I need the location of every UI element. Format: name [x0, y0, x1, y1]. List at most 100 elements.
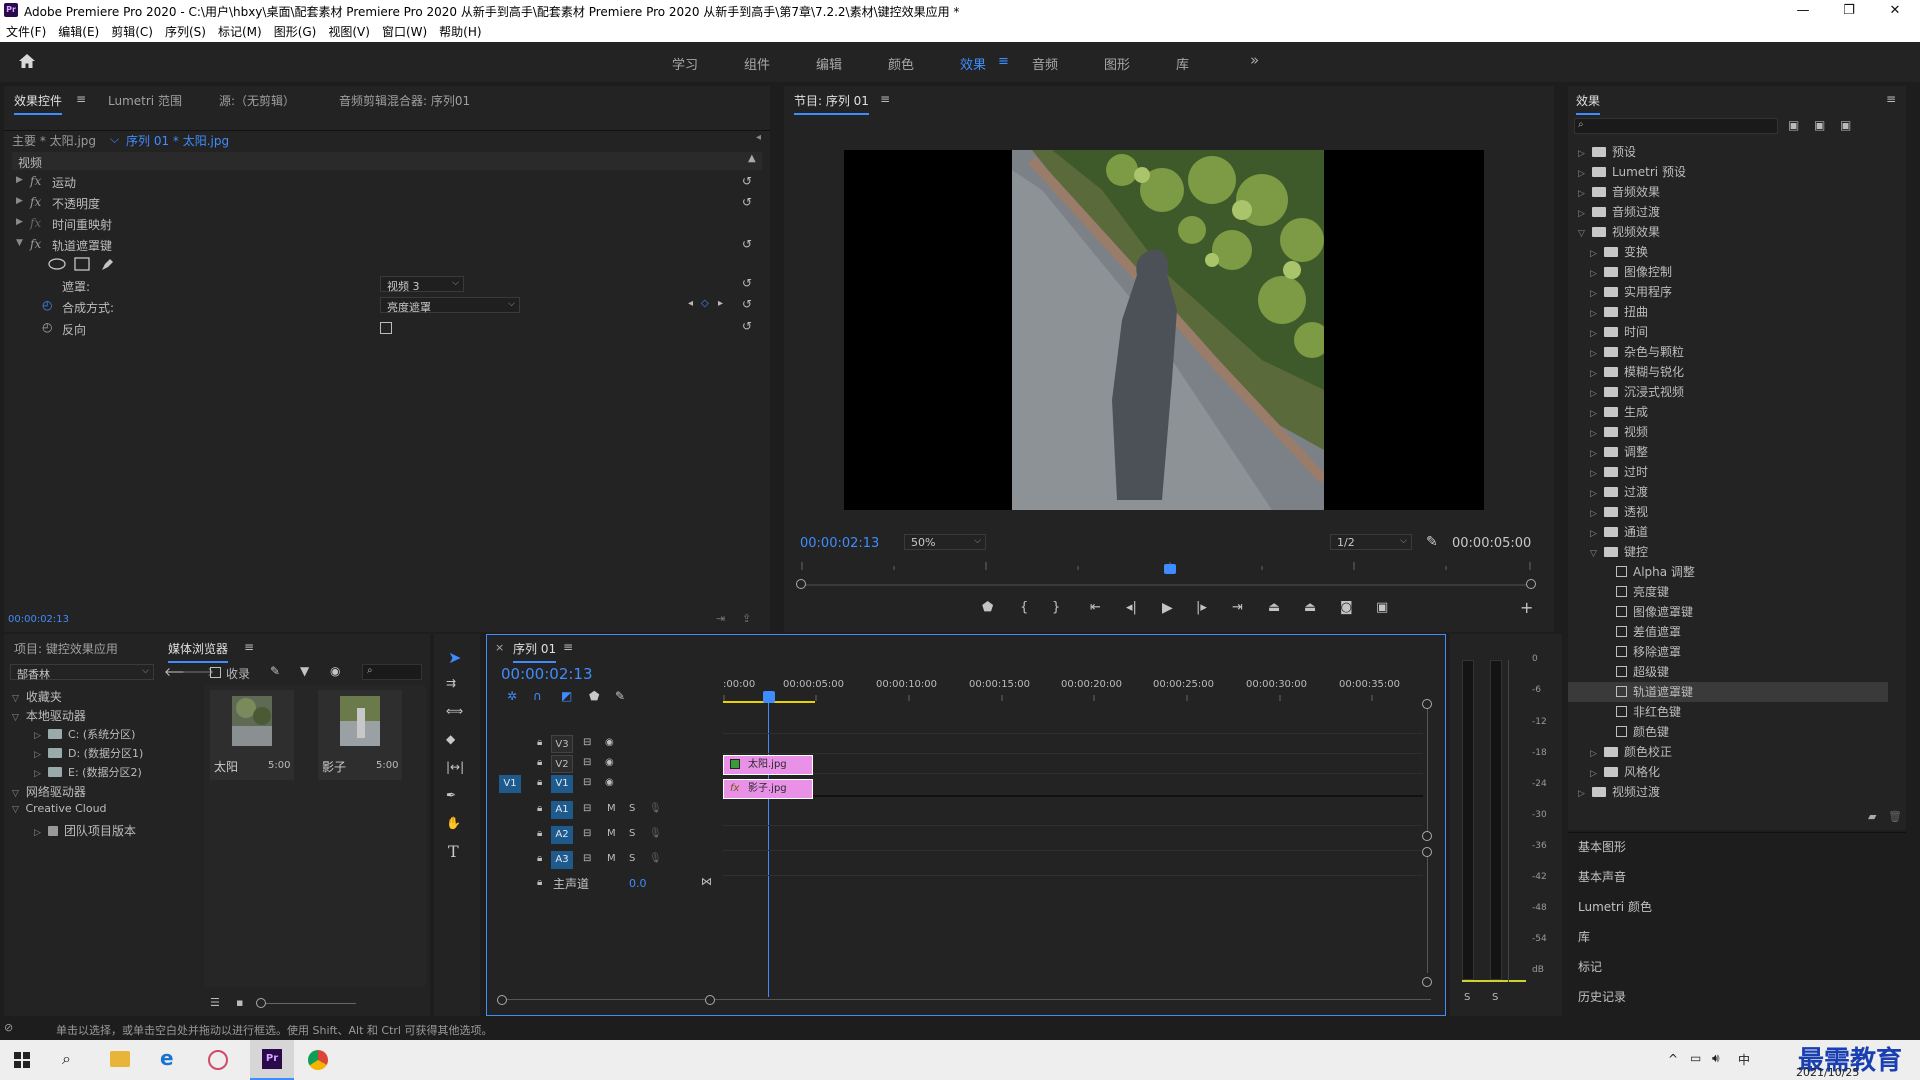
- eye-icon[interactable]: ◉: [605, 757, 614, 768]
- effects-tree-item[interactable]: 颜色键: [1568, 722, 1888, 742]
- expand-arrow-icon[interactable]: ▷: [1578, 184, 1588, 204]
- chrome-icon[interactable]: [308, 1050, 328, 1070]
- mark-in-icon[interactable]: {: [1020, 600, 1028, 615]
- track-target-a2[interactable]: A2: [551, 826, 573, 844]
- eye-icon[interactable]: ◉: [605, 737, 614, 748]
- effects-tree-item[interactable]: ▷ 扭曲: [1568, 302, 1888, 322]
- play-icon[interactable]: ▶: [1162, 600, 1173, 616]
- panel-menu-icon[interactable]: ≡: [1886, 92, 1896, 106]
- effects-tree-item[interactable]: ▷ 音频效果: [1568, 182, 1888, 202]
- effects-tree-item[interactable]: ▷ 沉浸式视频: [1568, 382, 1888, 402]
- workspace-tab-color[interactable]: 颜色: [888, 54, 914, 73]
- effects-tree-item[interactable]: ▷ 视频: [1568, 422, 1888, 442]
- track-target-a1[interactable]: A1: [551, 801, 573, 819]
- ripple-edit-tool-icon[interactable]: ⟺: [446, 704, 463, 718]
- export-frame-icon[interactable]: ⇪: [742, 612, 751, 625]
- network-icon[interactable]: ▭: [1690, 1051, 1701, 1065]
- expand-arrow-icon[interactable]: ▷: [1590, 444, 1600, 464]
- sync-lock-icon[interactable]: ⊟: [583, 737, 591, 748]
- effects-tree-item[interactable]: 超级键: [1568, 662, 1888, 682]
- button-editor-plus-icon[interactable]: +: [1520, 598, 1533, 617]
- expand-arrow-icon[interactable]: ▷: [1590, 744, 1600, 764]
- expand-arrow-icon[interactable]: ▷: [1590, 504, 1600, 524]
- effects-tree-item[interactable]: 亮度键: [1568, 582, 1888, 602]
- effects-tree-item[interactable]: ▷ 颜色校正: [1568, 742, 1888, 762]
- master-clip-label[interactable]: 主要 * 太阳.jpg: [12, 132, 96, 149]
- video-track-scrollbar[interactable]: [1427, 701, 1428, 835]
- expand-arrow-icon[interactable]: ▷: [1590, 464, 1600, 484]
- collapse-arrow-icon[interactable]: ▽: [1590, 544, 1600, 564]
- tray-chevron-icon[interactable]: ^: [1668, 1052, 1678, 1066]
- effects-tree-item[interactable]: ▷ 调整: [1568, 442, 1888, 462]
- expand-arrow-icon[interactable]: ▷: [34, 750, 44, 760]
- expand-arrow-icon[interactable]: ▷: [1590, 324, 1600, 344]
- lock-icon[interactable]: 🔒︎: [537, 757, 542, 768]
- lock-icon[interactable]: 🔒︎: [537, 853, 542, 864]
- collapse-arrow-icon[interactable]: ▽: [12, 694, 22, 704]
- effects-panel-title[interactable]: 效果: [1576, 92, 1601, 115]
- nest-icon[interactable]: ✲: [507, 689, 517, 703]
- solo-button[interactable]: S: [629, 853, 635, 864]
- tree-item-team-project-versions[interactable]: ▷ 团队项目版本: [34, 822, 136, 839]
- tree-item-local-drives[interactable]: ▽ 本地驱动器: [12, 707, 86, 724]
- effects-tree-item[interactable]: ▷ 实用程序: [1568, 282, 1888, 302]
- 32bit-effects-icon[interactable]: ▣: [1814, 118, 1825, 132]
- tab-source[interactable]: 源:（无剪辑）: [219, 92, 295, 109]
- workspace-menu-icon[interactable]: ≡: [998, 54, 1009, 69]
- side-section-libraries[interactable]: 库: [1578, 928, 1590, 945]
- scroll-up-icon[interactable]: ▲: [748, 153, 756, 164]
- wrench-icon[interactable]: ✎: [1426, 534, 1438, 550]
- menu-edit[interactable]: 编辑(E): [52, 22, 105, 42]
- side-section-essential-sound[interactable]: 基本声音: [1578, 868, 1626, 885]
- scroll-handle[interactable]: [1422, 977, 1432, 987]
- effects-tree-item[interactable]: ▷ 音频过渡: [1568, 202, 1888, 222]
- selection-tool-icon[interactable]: ➤: [448, 648, 461, 667]
- ingest-checkbox[interactable]: [210, 667, 221, 678]
- tree-item-drive-e[interactable]: ▷ E: (数据分区2): [34, 764, 142, 780]
- effects-tree-item[interactable]: 图像遮罩键: [1568, 602, 1888, 622]
- scroll-handle[interactable]: [497, 995, 507, 1005]
- track-target-v3[interactable]: V3: [551, 735, 573, 753]
- snap-icon[interactable]: ∩: [533, 689, 542, 703]
- expand-arrow-icon[interactable]: ▷: [1590, 244, 1600, 264]
- extract-icon[interactable]: ⏏: [1304, 600, 1316, 615]
- menu-sequence[interactable]: 序列(S): [159, 22, 212, 42]
- rectangle-mask-icon[interactable]: [74, 257, 90, 271]
- menu-graphics[interactable]: 图形(G): [268, 22, 323, 42]
- effects-tree-item[interactable]: 非红色键: [1568, 702, 1888, 722]
- expand-arrow-icon[interactable]: ▷: [1590, 424, 1600, 444]
- effects-search-input[interactable]: ⌕: [1574, 118, 1778, 134]
- taskbar-premiere-button[interactable]: Pr: [250, 1040, 294, 1080]
- pen-mask-icon[interactable]: [100, 256, 116, 272]
- new-bin-icon[interactable]: ▰: [1868, 810, 1876, 823]
- effect-row-motion[interactable]: ▶ fx 运动 ↺: [12, 172, 762, 193]
- ellipse-mask-icon[interactable]: [48, 258, 66, 270]
- tab-media-browser[interactable]: 媒体浏览器: [168, 640, 229, 663]
- scroll-handle-left[interactable]: [796, 579, 806, 589]
- expand-arrow-icon[interactable]: ▷: [1590, 284, 1600, 304]
- reverse-checkbox[interactable]: [380, 322, 392, 334]
- timeline-timecode[interactable]: 00:00:02:13: [501, 665, 593, 683]
- expand-arrow-icon[interactable]: ▷: [1590, 344, 1600, 364]
- scroll-handle[interactable]: [1422, 847, 1432, 857]
- expand-arrow-icon[interactable]: ▷: [1590, 264, 1600, 284]
- master-volume-value[interactable]: 0.0: [629, 877, 647, 890]
- scroll-handle[interactable]: [1422, 699, 1432, 709]
- effect-row-track-matte-key[interactable]: ▼ fx 轨道遮罩键 ↺: [12, 235, 762, 256]
- menu-file[interactable]: 文件(F): [0, 22, 52, 42]
- reset-icon[interactable]: ↺: [742, 276, 752, 290]
- stopwatch-icon[interactable]: ◴: [42, 298, 52, 312]
- collapse-arrow-icon[interactable]: ▽: [12, 805, 22, 815]
- expand-arrow-icon[interactable]: ▷: [1590, 764, 1600, 784]
- play-only-audio-icon[interactable]: ⇥: [716, 612, 725, 625]
- workspace-tab-editing[interactable]: 编辑: [816, 54, 842, 73]
- add-marker-icon[interactable]: ⬟: [982, 600, 993, 615]
- solo-button[interactable]: S: [629, 803, 635, 814]
- timeline-title[interactable]: 序列 01: [513, 640, 557, 663]
- reset-icon[interactable]: ↺: [742, 195, 752, 209]
- effects-tree-item[interactable]: ▽ 视频效果: [1568, 222, 1888, 242]
- go-to-out-icon[interactable]: ⇥: [1232, 600, 1243, 615]
- collapse-arrow-icon[interactable]: ▽: [1578, 224, 1588, 244]
- filter-icon[interactable]: ▼: [300, 664, 309, 678]
- add-marker-icon[interactable]: ⬟: [589, 689, 599, 703]
